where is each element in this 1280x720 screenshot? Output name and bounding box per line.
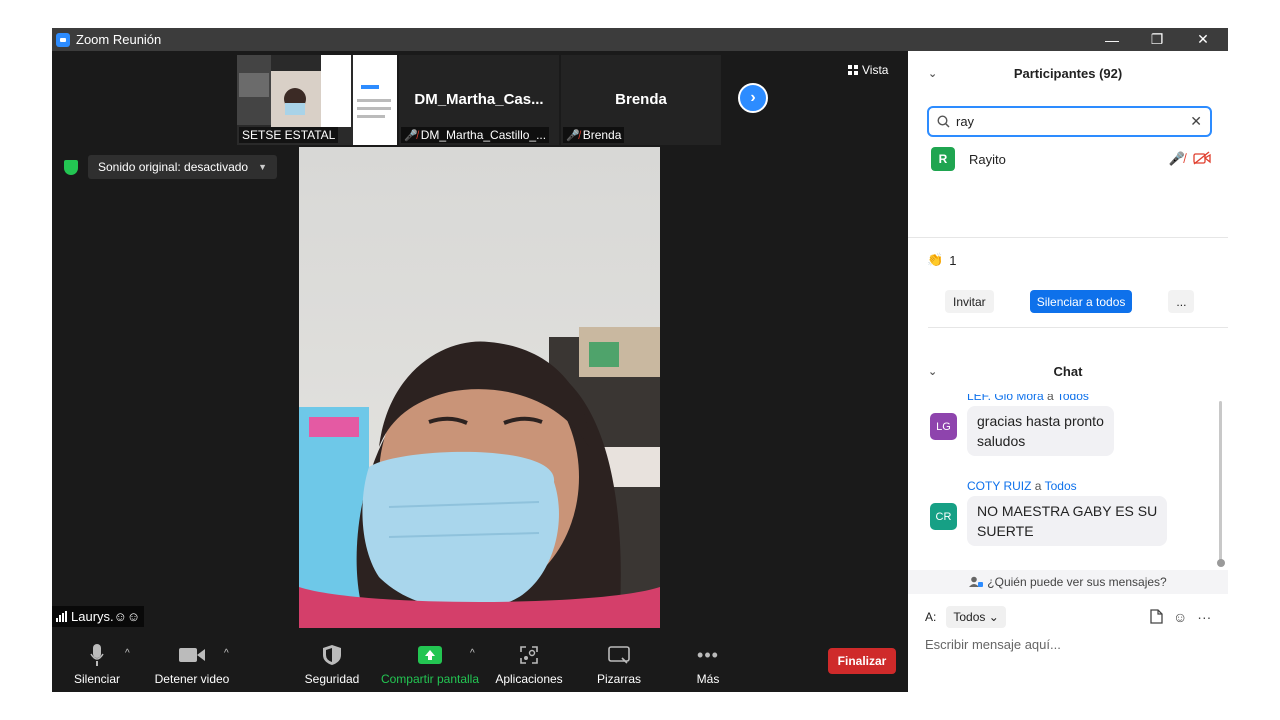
end-meeting-button[interactable]: Finalizar [828, 648, 896, 674]
person-lock-icon [969, 576, 984, 587]
thumbnail-title: DM_Martha_Cas... [414, 91, 544, 108]
mute-all-button[interactable]: Silenciar a todos [1029, 290, 1133, 313]
side-panel: ⌄ Participantes (92) ray ✕ R Rayito 🎤̸ 👏… [908, 51, 1228, 692]
file-icon[interactable] [1150, 609, 1163, 624]
mic-off-icon: 🎤̸ [1168, 151, 1185, 166]
chat-header: ⌄ Chat [928, 363, 1083, 379]
emoji-icon[interactable]: ☺ [1173, 609, 1187, 625]
chevron-down-icon: ⌄ [988, 610, 999, 624]
restore-button[interactable]: ❐ [1134, 28, 1180, 51]
meeting-toolbar: Silenciar ^ Detener video ^ Seguridad Co… [52, 636, 908, 692]
participant-name: Rayito [969, 151, 1006, 167]
video-options-chevron-icon[interactable]: ^ [224, 648, 229, 659]
video-area: SETSE ESTATAL DM_Martha_Cas... 🎤̸ DM_Mar… [52, 51, 908, 692]
more-dots-icon[interactable]: ··· [1197, 609, 1211, 625]
message-sender: LEF. Glo Mora a Todos [967, 394, 1089, 403]
signal-strength-icon [56, 611, 67, 622]
zoom-app-icon [56, 32, 70, 47]
avatar: LG [930, 413, 957, 440]
microphone-icon [90, 644, 104, 666]
participant-search-input[interactable]: ray ✕ [927, 106, 1212, 137]
who-can-see-link[interactable]: ¿Quién puede ver sus mensajes? [908, 570, 1228, 594]
speaker-name-label: Laurys.☺☺ [52, 606, 145, 627]
audio-options-chevron-icon[interactable]: ^ [125, 648, 130, 659]
thumbnail-setse[interactable]: SETSE ESTATAL [237, 55, 397, 145]
more-dots-icon: ••• [697, 644, 719, 665]
clap-icon: 👏 [927, 252, 944, 267]
share-screen-icon [418, 644, 442, 666]
divider [908, 237, 1228, 238]
chat-tools: ☺ ··· [1150, 609, 1211, 625]
chat-messages: LEF. Glo Mora a Todos LG gracias hasta p… [908, 394, 1228, 570]
close-button[interactable]: ✕ [1180, 28, 1226, 51]
sound-row: Sonido original: desactivado ▼ [64, 155, 278, 179]
thumbnail-title: Brenda [615, 91, 667, 108]
share-screen-button[interactable]: Compartir pantalla [380, 636, 480, 692]
shield-icon [323, 644, 341, 666]
thumbnail-strip: SETSE ESTATAL DM_Martha_Cas... 🎤̸ DM_Mar… [237, 55, 721, 145]
zoom-window: Zoom Reunión — ❐ ✕ SETSE ESTATAL DM_Mart… [52, 28, 1228, 692]
divider [928, 327, 1228, 328]
search-icon [937, 115, 950, 128]
collapse-chevron-icon[interactable]: ⌄ [928, 67, 937, 80]
main-video [299, 147, 660, 628]
more-button[interactable]: ••• Más [690, 636, 726, 692]
participant-status: 🎤̸ [1169, 151, 1211, 167]
security-button[interactable]: Seguridad [304, 636, 360, 692]
message-bubble: gracias hasta pronto saludos [967, 406, 1114, 456]
original-sound-button[interactable]: Sonido original: desactivado ▼ [88, 155, 278, 179]
message-bubble: NO MAESTRA GABY ES SU SUERTE [967, 496, 1168, 546]
reaction-count: 👏 1 [927, 252, 957, 268]
clear-search-icon[interactable]: ✕ [1190, 113, 1202, 130]
recipient-select[interactable]: Todos ⌄ [946, 606, 1006, 628]
participant-row[interactable]: R Rayito 🎤̸ [931, 147, 1211, 171]
video-camera-icon [179, 644, 205, 666]
next-page-button[interactable]: › [738, 83, 768, 113]
video-off-icon [1193, 151, 1211, 165]
mute-button[interactable]: Silenciar [72, 636, 122, 692]
speaker-video-image [299, 147, 660, 628]
stop-video-button[interactable]: Detener video [152, 636, 232, 692]
share-options-chevron-icon[interactable]: ^ [470, 648, 475, 659]
whiteboard-icon [608, 644, 630, 666]
participants-header: ⌄ Participantes (92) [928, 65, 1123, 81]
thumbnail-martha[interactable]: DM_Martha_Cas... 🎤̸ DM_Martha_Castillo_.… [399, 55, 559, 145]
thumbnail-name: 🎤̸ DM_Martha_Castillo_... [401, 127, 550, 143]
avatar: CR [930, 503, 957, 530]
grid-icon [848, 65, 858, 75]
title-bar: Zoom Reunión — ❐ ✕ [52, 28, 1228, 51]
window-title: Zoom Reunión [76, 32, 162, 47]
thumbnail-name: SETSE ESTATAL [239, 127, 339, 143]
chat-message-input[interactable]: Escribir mensaje aquí... [925, 637, 1061, 652]
chat-scrollbar[interactable] [1219, 401, 1222, 566]
message-sender: COTY RUIZ a Todos [967, 479, 1077, 493]
participant-actions: Invitar Silenciar a todos ... [945, 290, 1195, 313]
apps-icon [520, 644, 538, 666]
view-button[interactable]: Vista [848, 63, 888, 77]
thumbnail-brenda[interactable]: Brenda 🎤̸ Brenda [561, 55, 721, 145]
more-options-button[interactable]: ... [1168, 290, 1195, 313]
whiteboards-button[interactable]: Pizarras [590, 636, 648, 692]
mic-off-icon: 🎤̸ [566, 129, 580, 142]
scroll-indicator[interactable] [1217, 559, 1225, 567]
shield-icon [64, 159, 78, 175]
collapse-chevron-icon[interactable]: ⌄ [928, 365, 937, 378]
invite-button[interactable]: Invitar [945, 290, 994, 313]
apps-button[interactable]: Aplicaciones [493, 636, 565, 692]
minimize-button[interactable]: — [1089, 28, 1135, 51]
mic-off-icon: 🎤̸ [404, 129, 418, 142]
recipient-row: A: Todos ⌄ [925, 606, 1006, 628]
chevron-down-icon[interactable]: ▼ [258, 162, 267, 172]
thumbnail-name: 🎤̸ Brenda [563, 127, 625, 143]
avatar: R [931, 147, 955, 171]
